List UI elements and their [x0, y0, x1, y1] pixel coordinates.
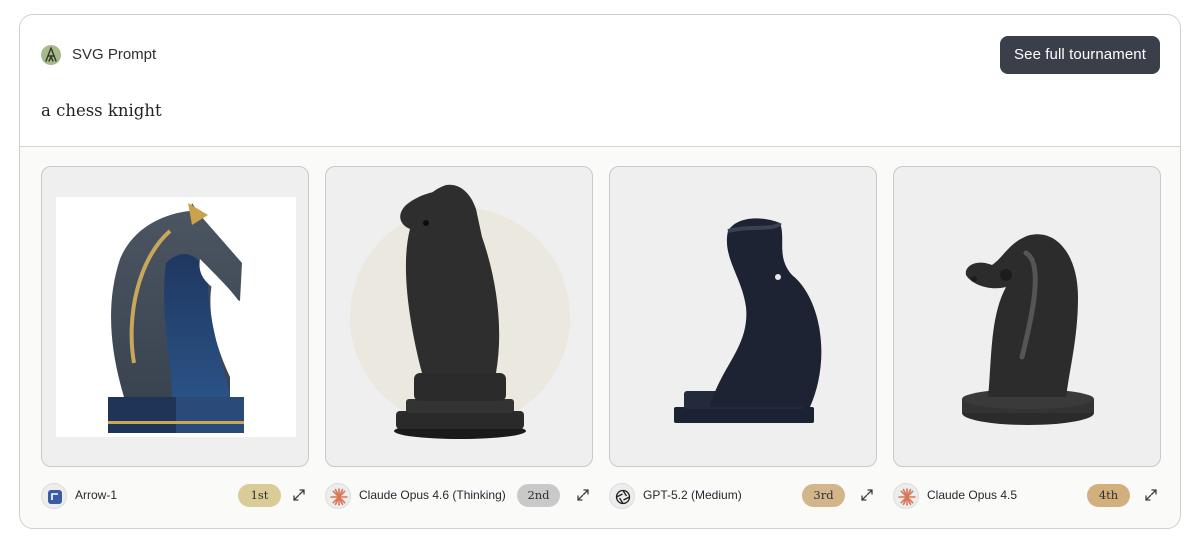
knight-image [674, 218, 822, 423]
entry-footer: Claude Opus 4.6 (Thinking) 2nd [325, 481, 593, 511]
claude-starburst-icon [893, 483, 919, 509]
knight-image [962, 234, 1094, 425]
prompt-text: a chess knight [41, 101, 162, 120]
rank-badge: 3rd [802, 484, 845, 507]
entry-image-panel[interactable] [893, 166, 1161, 467]
brand-label: SVG Prompt [72, 46, 157, 63]
entry-footer: Claude Opus 4.5 4th [893, 481, 1161, 511]
entry-image-panel[interactable] [609, 166, 877, 467]
expand-icon[interactable] [859, 487, 875, 503]
expand-icon[interactable] [291, 487, 307, 503]
arrow-logo-icon [41, 483, 67, 509]
rank-badge: 1st [238, 484, 281, 507]
rank-badge: 2nd [517, 484, 560, 507]
expand-icon[interactable] [575, 487, 591, 503]
model-name: Arrow-1 [75, 488, 118, 502]
model-name: Claude Opus 4.5 [927, 488, 1018, 502]
entry-footer: GPT-5.2 (Medium) 3rd [609, 481, 877, 511]
openai-logo-icon [609, 483, 635, 509]
rank-badge: 4th [1087, 484, 1130, 507]
svg-prompt-logo-icon [41, 45, 61, 65]
see-full-tournament-button[interactable]: See full tournament [1000, 36, 1160, 74]
claude-starburst-icon [325, 483, 351, 509]
knight-image [56, 197, 296, 437]
entry-footer: Arrow-1 1st [41, 481, 309, 511]
expand-icon[interactable] [1143, 487, 1159, 503]
model-name: Claude Opus 4.6 (Thinking) [359, 488, 506, 502]
prompt-card: SVG Prompt See full tournament a chess k… [19, 14, 1181, 529]
knight-image [350, 184, 570, 439]
model-name: GPT-5.2 (Medium) [643, 488, 742, 502]
entry-image-panel[interactable] [41, 166, 309, 467]
entry-image-panel[interactable] [325, 166, 593, 467]
card-header: SVG Prompt See full tournament a chess k… [20, 15, 1180, 147]
